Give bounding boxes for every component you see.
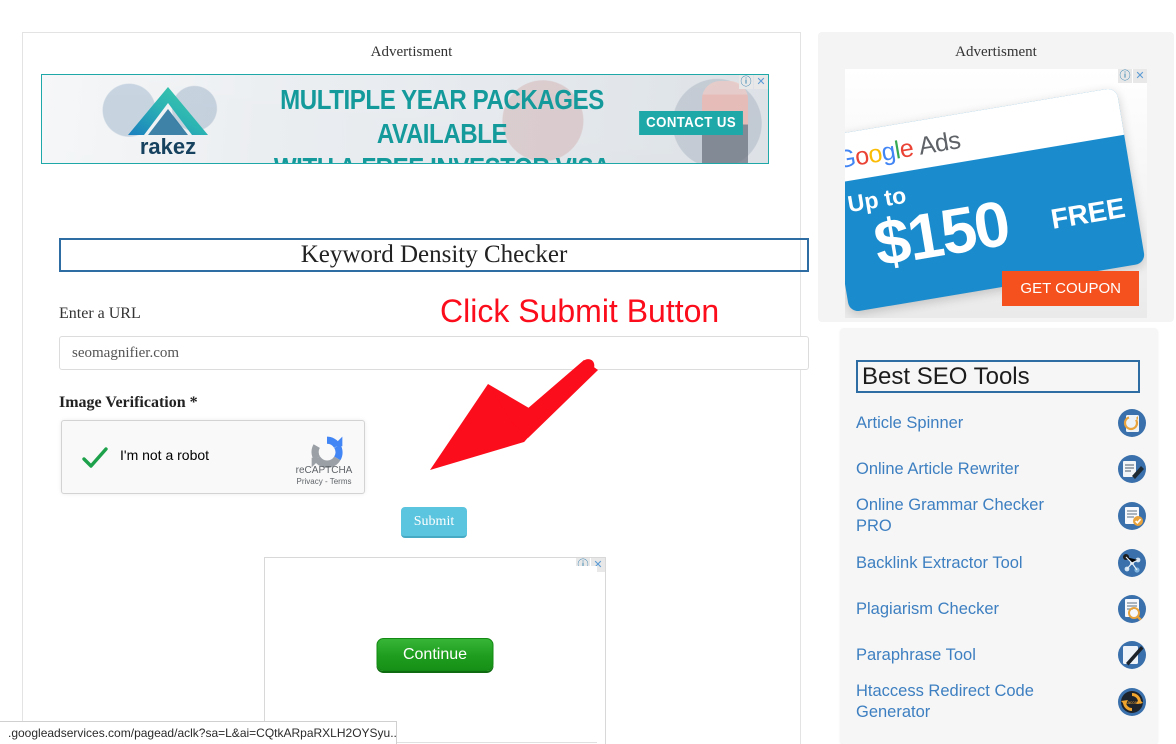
page-root: Advertisment rakez MULTIPLE YEAR PACKAGE… — [0, 0, 1176, 744]
rakez-banner-ad[interactable]: rakez MULTIPLE YEAR PACKAGES AVAILABLE W… — [41, 74, 769, 164]
document-magnifier-icon[interactable] — [1118, 595, 1146, 623]
sidebar-tool-label: Paraphrase Tool — [856, 645, 976, 664]
url-field-label: Enter a URL — [59, 305, 141, 322]
continue-button[interactable]: Continue — [376, 638, 494, 671]
banner-headline-line2: WITH A FREE INVESTOR VISA — [261, 151, 622, 163]
svg-text:.htaccess: .htaccess — [1122, 700, 1142, 705]
sidebar-tool-label: Online Grammar Checker PRO — [856, 496, 1044, 535]
banner-headline: MULTIPLE YEAR PACKAGES AVAILABLE WITH A … — [261, 83, 622, 163]
rewrite-pen-icon[interactable] — [1118, 455, 1146, 483]
ad-close-icon[interactable]: ✕ — [754, 75, 768, 89]
recaptcha-label: I'm not a robot — [120, 447, 210, 463]
sidebar-tool-label: Backlink Extractor Tool — [856, 553, 1023, 572]
sidebar-tool-item[interactable]: Online Article Rewriter — [856, 446, 1146, 492]
recaptcha-widget[interactable]: I'm not a robot reCAPTCHA Privacy - Term… — [61, 420, 365, 494]
ad-info-icon[interactable]: ⓘ — [1118, 69, 1132, 83]
sidebar-tool-item[interactable]: Online Grammar Checker PRO — [856, 492, 1146, 540]
bottom-ad-body: Continue — [273, 566, 597, 734]
advertisement-label-sidebar: Advertisment — [955, 44, 1037, 60]
page-title-box: Keyword Density Checker — [59, 238, 809, 272]
recaptcha-legal-links[interactable]: Privacy - Terms — [292, 477, 356, 486]
sidebar-tool-item[interactable]: Backlink Extractor Tool — [856, 540, 1146, 586]
sidebar-tool-label: Online Article Rewriter — [856, 459, 1020, 478]
sidebar-ad-badges: ⓘ ✕ — [1118, 69, 1147, 83]
sidebar-tool-label: Plagiarism Checker — [856, 599, 1000, 618]
sidebar-ad-panel: Advertisment GoogleAds Up to $150 FREE G… — [818, 32, 1174, 322]
sidebar-tool-item[interactable]: Htaccess Redirect Code Generator .htacces… — [856, 678, 1146, 726]
banner-contact-us-button[interactable]: CONTACT US — [638, 111, 743, 135]
sidebar-tool-item[interactable]: Article Spinner — [856, 400, 1146, 446]
main-content-container: Advertisment rakez MULTIPLE YEAR PACKAGE… — [22, 32, 809, 744]
best-seo-tools-heading-box: Best SEO Tools — [856, 360, 1140, 393]
status-bar-url: .googleadservices.com/pagead/aclk?sa=L&a… — [8, 726, 397, 740]
recaptcha-checkmark-icon[interactable] — [80, 443, 110, 473]
pencil-document-icon[interactable] — [1118, 641, 1146, 669]
sidebar-tool-label: Htaccess Redirect Code Generator — [856, 682, 1034, 721]
url-input[interactable] — [59, 336, 809, 370]
svg-text:rakez: rakez — [140, 134, 196, 159]
sidebar-tool-item[interactable]: Plagiarism Checker — [856, 586, 1146, 632]
best-seo-tools-heading: Best SEO Tools — [862, 362, 1030, 390]
advertisement-label-top: Advertisment — [370, 44, 453, 60]
google-ads-logo: GoogleAds — [845, 126, 962, 175]
google-ads-free-text: FREE — [1048, 191, 1128, 235]
submit-button[interactable]: Submit — [401, 507, 467, 538]
get-coupon-button[interactable]: GET COUPON — [1002, 271, 1139, 306]
page-title: Keyword Density Checker — [300, 241, 568, 268]
google-ads-card-header: GoogleAds — [845, 87, 1125, 185]
ad-close-icon[interactable]: ✕ — [1133, 69, 1147, 83]
best-seo-tools-panel: Best SEO Tools Article Spinner Online Art… — [840, 328, 1158, 744]
document-check-icon[interactable] — [1118, 502, 1146, 530]
logo-letter-e: e — [897, 134, 916, 164]
recaptcha-brand: reCAPTCHA — [295, 465, 353, 476]
spinner-icon[interactable] — [1118, 409, 1146, 437]
logo-suffix-ads: Ads — [916, 126, 963, 161]
bottom-iframe-ad[interactable]: ⓘ ✕ Continue Free Email Connection — [264, 557, 606, 744]
banner-ad-badges: ⓘ ✕ — [739, 75, 768, 89]
redirect-arrows-icon[interactable]: .htaccess — [1118, 688, 1146, 716]
ad-info-icon[interactable]: ⓘ — [739, 75, 753, 89]
browser-status-bar: .googleadservices.com/pagead/aclk?sa=L&a… — [0, 721, 397, 744]
sidebar-tool-item[interactable]: Paraphrase Tool — [856, 632, 1146, 678]
network-nodes-icon[interactable] — [1118, 549, 1146, 577]
rakez-logo-icon: rakez — [128, 87, 208, 159]
google-ads-banner[interactable]: GoogleAds Up to $150 FREE GET COUPON ⓘ ✕ — [845, 69, 1147, 318]
image-verification-label: Image Verification * — [59, 394, 198, 411]
banner-headline-line1: MULTIPLE YEAR PACKAGES AVAILABLE — [280, 84, 604, 149]
sidebar-tool-label: Article Spinner — [856, 413, 964, 432]
seo-tools-list: Article Spinner Online Article Rewriter On… — [856, 400, 1146, 726]
